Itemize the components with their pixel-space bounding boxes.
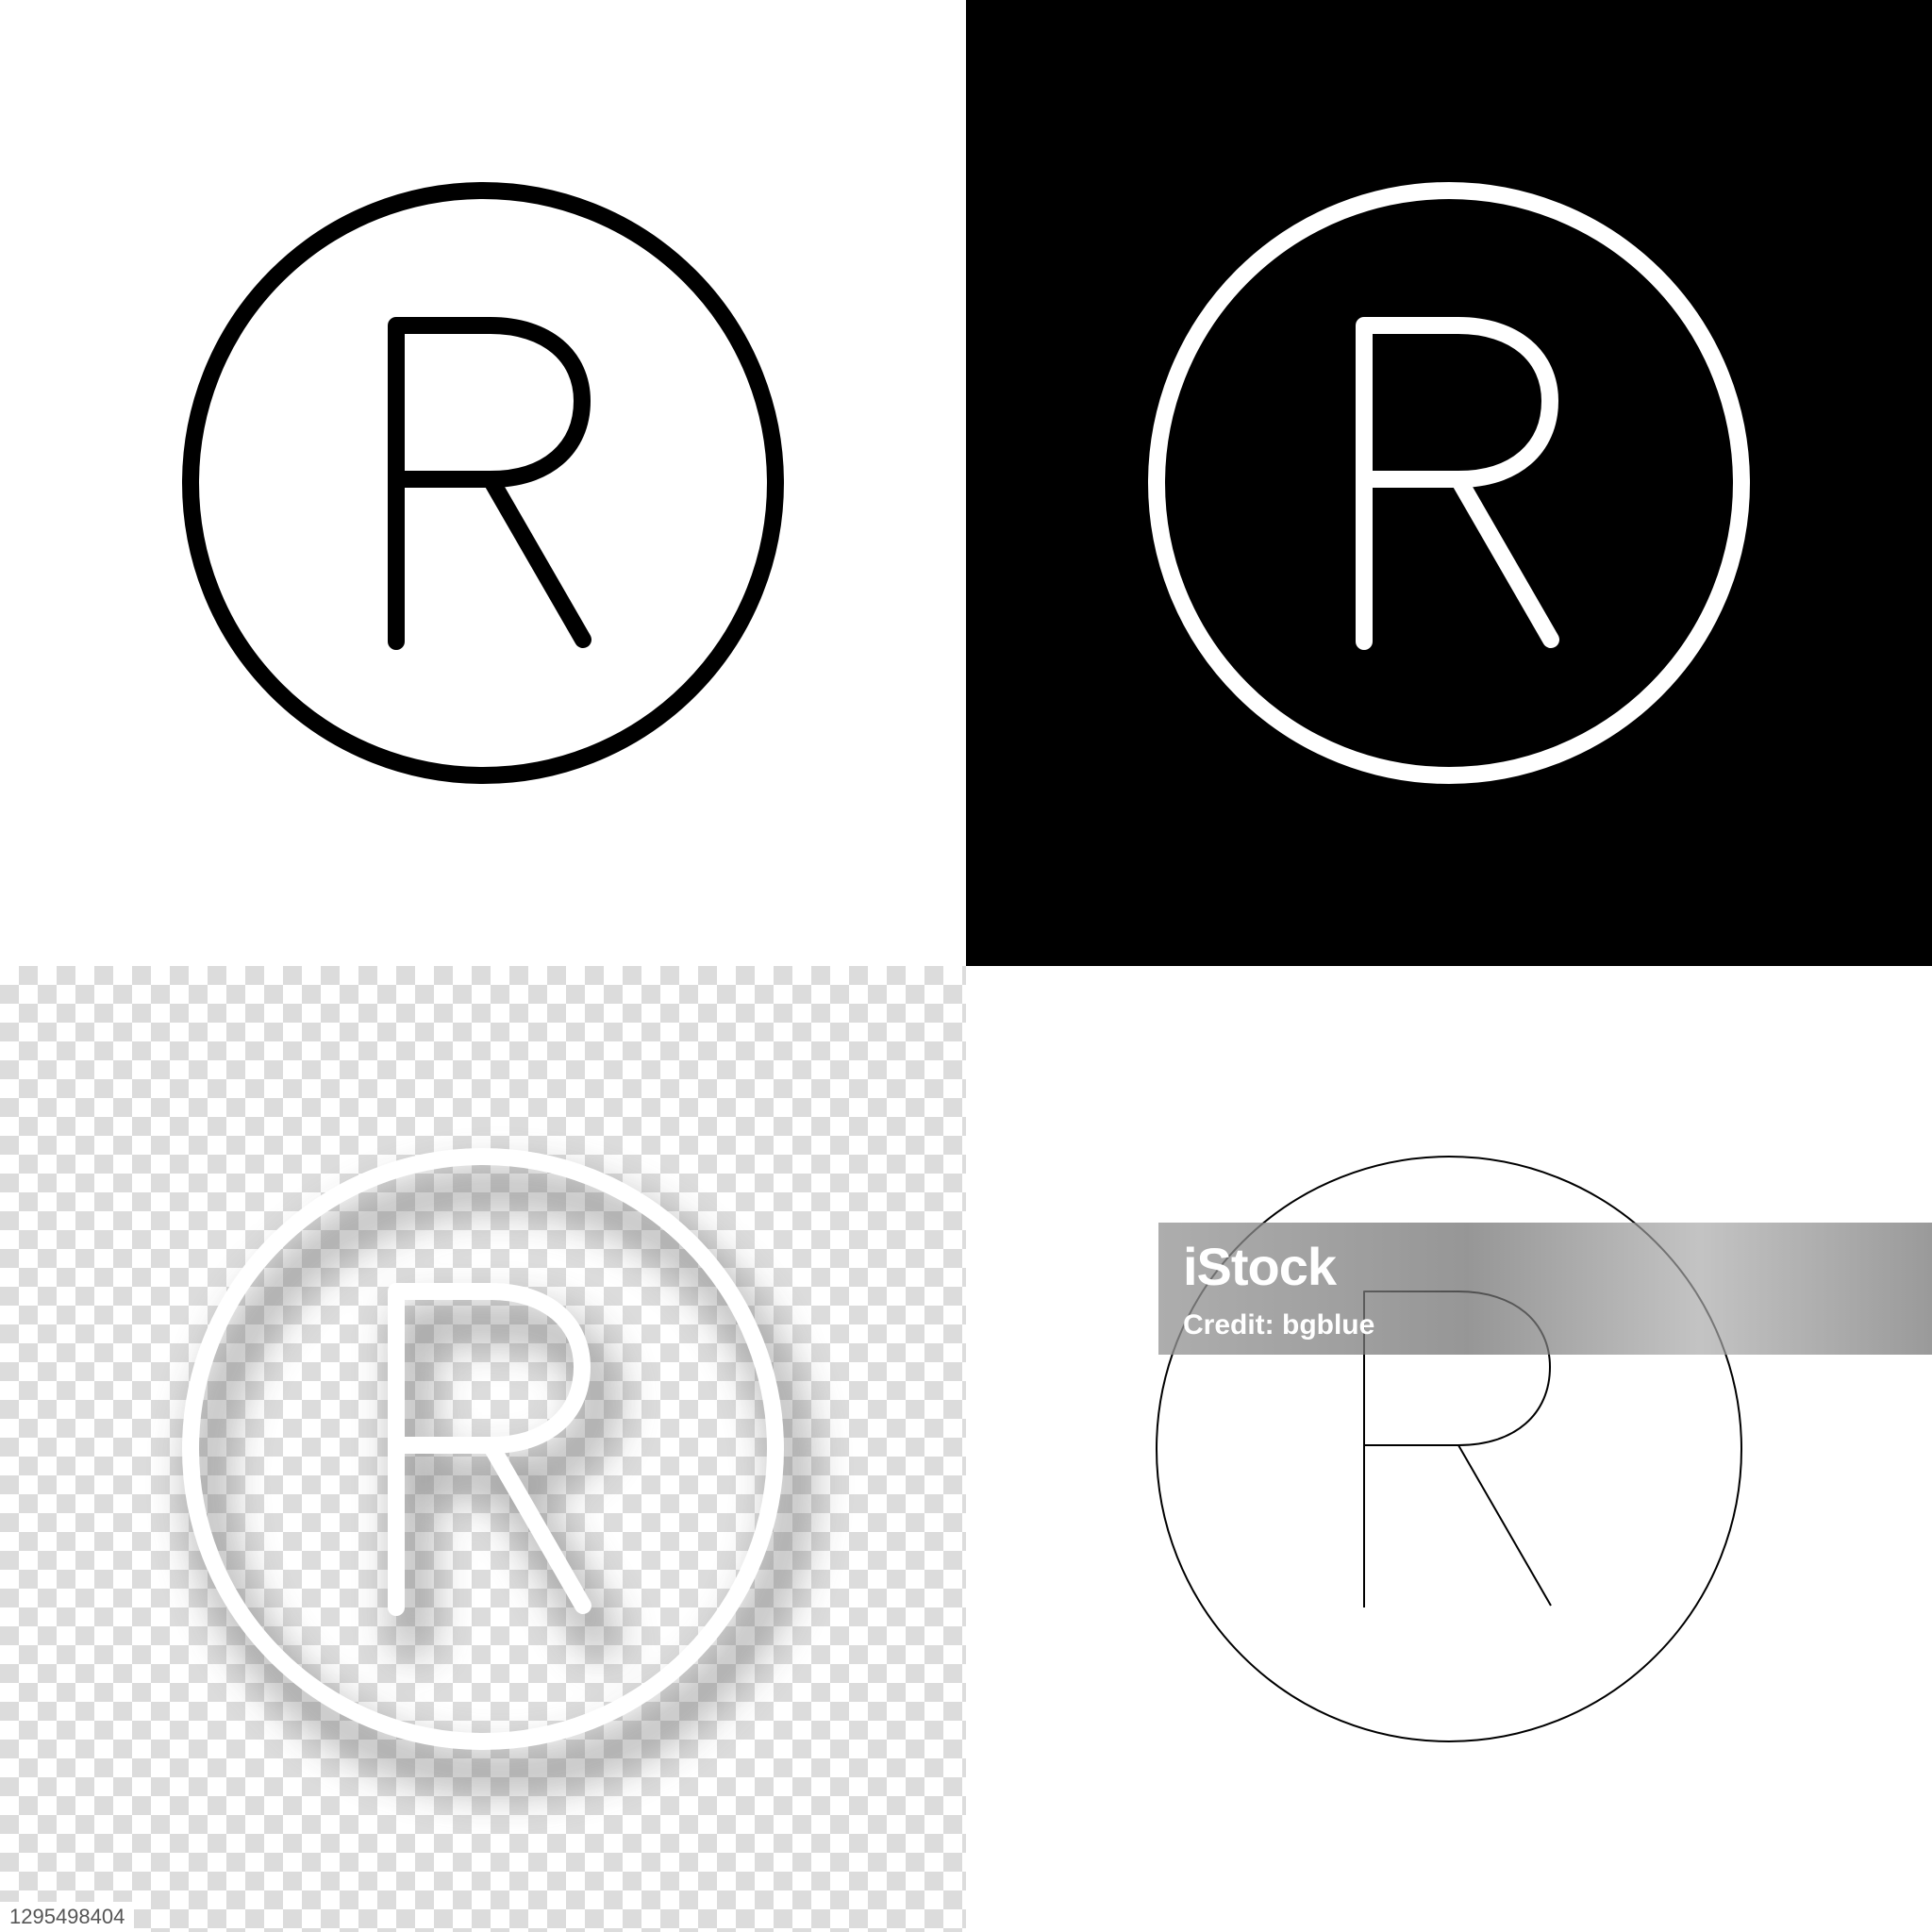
image-id-label: 1295498404: [0, 1902, 135, 1932]
panel-white-on-black: [966, 0, 1932, 966]
registered-trademark-icon: [1148, 182, 1750, 784]
registered-trademark-icon: [182, 182, 784, 784]
panel-outline-thin: [966, 966, 1932, 1932]
panel-white-on-transparent: [0, 966, 966, 1932]
watermark-logo: iStock: [1183, 1237, 1337, 1296]
registered-trademark-icon: [1156, 1156, 1742, 1742]
watermark-band: iStock Credit: bgblue: [1158, 1223, 1932, 1355]
registered-trademark-icon: [182, 1148, 811, 1792]
watermark-credit: Credit: bgblue: [1183, 1309, 1375, 1341]
panel-black-on-white: [0, 0, 966, 966]
